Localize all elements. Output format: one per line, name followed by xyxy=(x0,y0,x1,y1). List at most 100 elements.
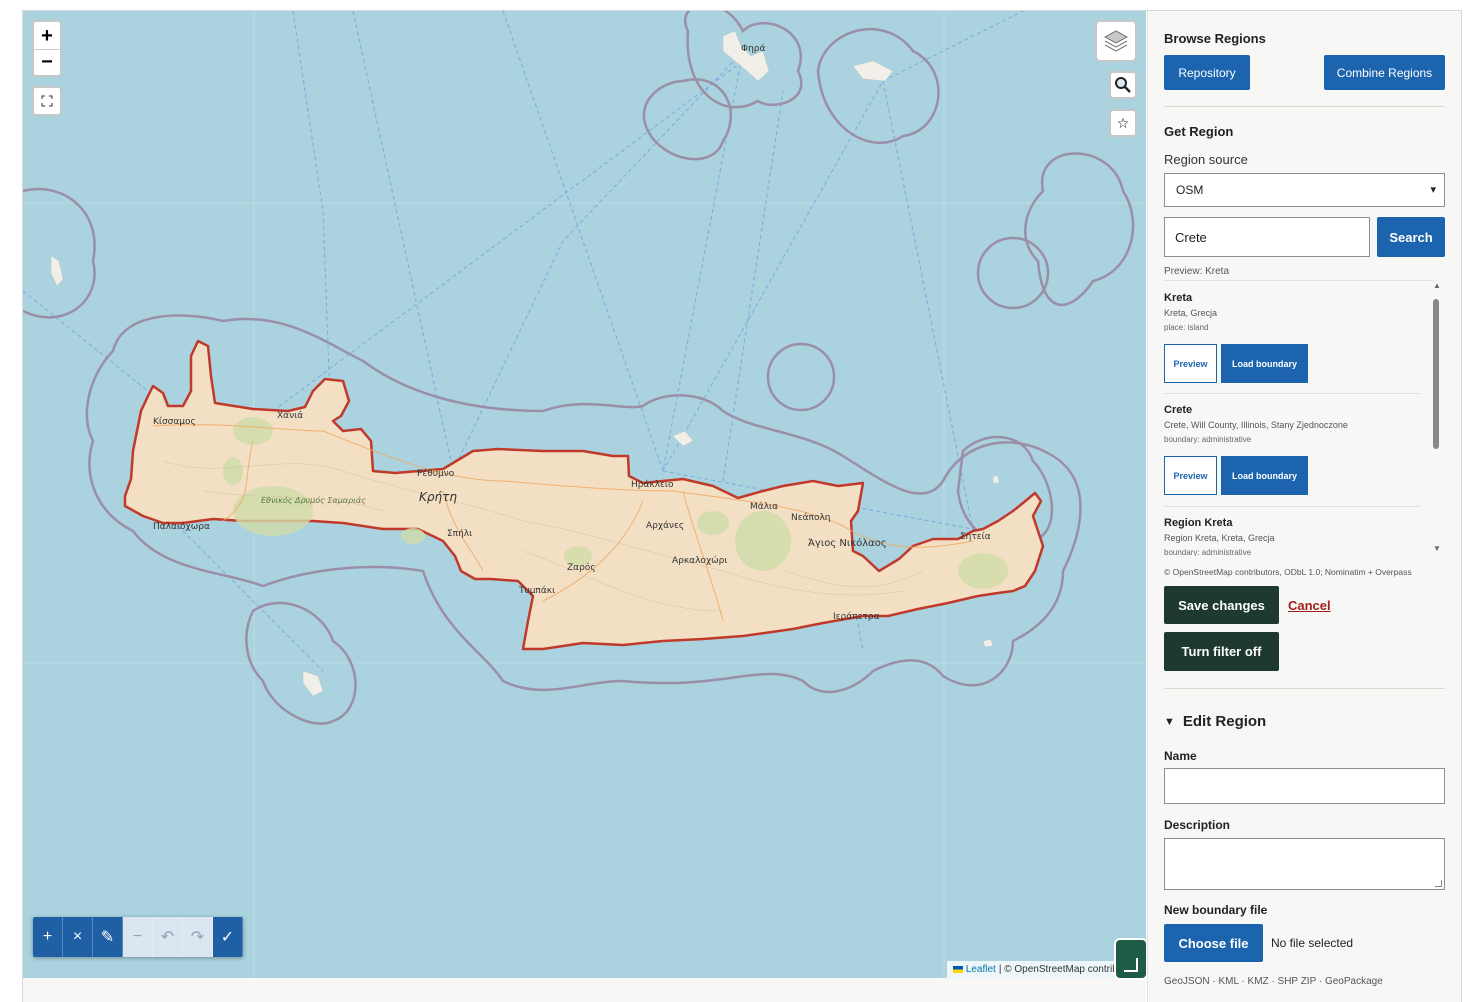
edit-region-heading: Edit Region xyxy=(1182,713,1267,730)
map-label: Ζαρός xyxy=(567,562,596,573)
bookmark-button[interactable]: ☆ xyxy=(1109,109,1137,137)
leaflet-link[interactable]: Leaflet xyxy=(966,964,996,975)
map-label: Χανιά xyxy=(277,411,303,421)
edit-region-toggle[interactable]: ▼ Edit Region xyxy=(1164,713,1266,730)
chevron-down-icon: ▾ xyxy=(1430,184,1436,196)
magnifier-icon xyxy=(1115,77,1131,93)
preview-button[interactable]: Preview xyxy=(1164,456,1217,495)
corner-icon xyxy=(1124,958,1138,972)
search-results-list[interactable]: Kreta Kreta, Grecja place: island Previe… xyxy=(1164,280,1434,556)
result-kind: boundary: administrative xyxy=(1164,435,1252,444)
list-item: Region Kreta Region Kreta, Kreta, Grecja… xyxy=(1164,517,1420,556)
result-subtitle: Crete, Will County, Illinois, Stany Zjed… xyxy=(1164,420,1348,430)
map-label: Αρκαλοχώρι xyxy=(672,555,727,566)
list-item: Crete Crete, Will County, Illinois, Stan… xyxy=(1164,404,1420,444)
divider xyxy=(1164,506,1420,507)
ukraine-flag-icon xyxy=(952,966,963,973)
preview-button[interactable]: Preview xyxy=(1164,344,1217,383)
result-title: Region Kreta xyxy=(1164,517,1233,529)
map-label: Φηρά xyxy=(741,44,766,54)
draw-add-button[interactable]: + xyxy=(33,917,63,957)
map-label: Αρχάνες xyxy=(646,521,684,531)
zoom-out-button[interactable]: − xyxy=(34,48,60,75)
description-label: Description xyxy=(1164,818,1231,832)
result-title: Kreta xyxy=(1164,292,1193,304)
result-kind: place: island xyxy=(1164,323,1209,332)
zoom-in-button[interactable]: + xyxy=(34,23,60,49)
description-field[interactable] xyxy=(1164,838,1445,890)
result-subtitle: Kreta, Grecja xyxy=(1164,308,1218,318)
name-label: Name xyxy=(1164,749,1197,763)
draw-remove-button[interactable]: − xyxy=(123,917,153,957)
map-search-button[interactable] xyxy=(1109,71,1137,99)
map-view[interactable]: Φηρά Χανιά Κίσσαμος Ρέθυμνο Κρήτη Ηράκλε… xyxy=(23,11,1146,978)
get-region-heading: Get Region xyxy=(1164,124,1234,139)
file-status: No file selected xyxy=(1271,936,1354,950)
draw-redo-button[interactable]: ↷ xyxy=(183,917,213,957)
combine-regions-button[interactable]: Combine Regions xyxy=(1324,55,1445,90)
draw-delete-button[interactable]: × xyxy=(63,917,93,957)
file-formats: GeoJSON · KML · KMZ · SHP ZIP · GeoPacka… xyxy=(1164,976,1383,987)
divider xyxy=(1164,393,1420,394)
layers-icon xyxy=(1103,30,1129,52)
choose-file-button[interactable]: Choose file xyxy=(1164,924,1263,962)
region-search-input[interactable]: Crete xyxy=(1164,217,1370,257)
map-label: Άγιος Νικόλαος xyxy=(808,537,887,549)
map-label: Ηράκλειο xyxy=(631,480,674,490)
draw-edit-button[interactable]: ✎ xyxy=(93,917,123,957)
browse-regions-heading: Browse Regions xyxy=(1164,31,1266,46)
result-actions: Preview Load boundary xyxy=(1164,344,1308,383)
result-subtitle: Region Kreta, Kreta, Grecja xyxy=(1164,533,1275,543)
draw-finish-button[interactable]: ✓ xyxy=(213,917,243,957)
map-label: Παλαιόχωρα xyxy=(153,521,210,532)
cancel-link[interactable]: Cancel xyxy=(1288,598,1331,613)
map-canvas[interactable]: Φηρά Χανιά Κίσσαμος Ρέθυμνο Κρήτη Ηράκλε… xyxy=(23,11,1146,978)
map-footer xyxy=(23,978,1146,1002)
map-label: Μάλια xyxy=(750,502,778,512)
list-item: Kreta Kreta, Grecja place: island xyxy=(1164,292,1420,332)
map-label: Νεάπολη xyxy=(791,513,831,523)
expand-corner-button[interactable] xyxy=(1114,938,1148,980)
map-label: Ρέθυμνο xyxy=(417,468,455,479)
result-title: Crete xyxy=(1164,404,1193,416)
result-actions: Preview Load boundary xyxy=(1164,456,1308,495)
results-scrollbar[interactable]: ▲ ▼ xyxy=(1430,281,1444,553)
resize-grip-icon[interactable] xyxy=(1435,880,1442,887)
scroll-thumb[interactable] xyxy=(1433,299,1439,449)
results-attribution: © OpenStreetMap contributors, ODbL 1.0; … xyxy=(1164,567,1412,577)
app-frame: Φηρά Χανιά Κίσσαμος Ρέθυμνο Κρήτη Ηράκλε… xyxy=(0,0,1479,1002)
map-label: Ιεράπετρα xyxy=(833,612,880,622)
map-label: Σητεία xyxy=(960,532,991,542)
draw-toolbar: + × ✎ − ↶ ↷ ✓ xyxy=(33,917,243,957)
triangle-down-icon: ▼ xyxy=(1164,715,1175,728)
map-label: Σπήλι xyxy=(447,529,472,539)
sidebar: Browse Regions Repository Combine Region… xyxy=(1147,11,1461,1002)
result-kind: boundary: administrative xyxy=(1164,548,1252,556)
repository-button[interactable]: Repository xyxy=(1164,55,1250,90)
search-button[interactable]: Search xyxy=(1377,217,1445,257)
region-source-value: OSM xyxy=(1176,183,1204,197)
name-field[interactable] xyxy=(1164,768,1445,804)
star-icon: ☆ xyxy=(1116,114,1130,131)
zoom-control: + − xyxy=(32,20,62,77)
load-boundary-button[interactable]: Load boundary xyxy=(1221,344,1308,383)
save-changes-button[interactable]: Save changes xyxy=(1164,586,1279,624)
load-boundary-button[interactable]: Load boundary xyxy=(1221,456,1308,495)
fullscreen-button[interactable] xyxy=(32,86,62,116)
map-label: Εθνικός Δρυμός Σαμαριάς xyxy=(261,495,366,505)
boundary-file-label: New boundary file xyxy=(1164,903,1268,917)
turn-filter-off-button[interactable]: Turn filter off xyxy=(1164,632,1279,671)
map-label: Κρήτη xyxy=(419,490,457,504)
map-label: Κίσσαμος xyxy=(153,417,196,427)
divider xyxy=(1164,106,1445,107)
preview-status: Preview: Kreta xyxy=(1164,266,1230,277)
divider xyxy=(1164,688,1445,689)
scroll-up-icon[interactable]: ▲ xyxy=(1430,281,1444,290)
layers-button[interactable] xyxy=(1095,20,1137,62)
draw-undo-button[interactable]: ↶ xyxy=(153,917,183,957)
map-label: Τυμπάκι xyxy=(518,586,555,596)
scroll-down-icon[interactable]: ▼ xyxy=(1430,544,1444,553)
region-source-label: Region source xyxy=(1164,152,1248,167)
fullscreen-icon xyxy=(41,95,53,107)
region-source-select[interactable]: OSM ▾ xyxy=(1164,173,1445,207)
